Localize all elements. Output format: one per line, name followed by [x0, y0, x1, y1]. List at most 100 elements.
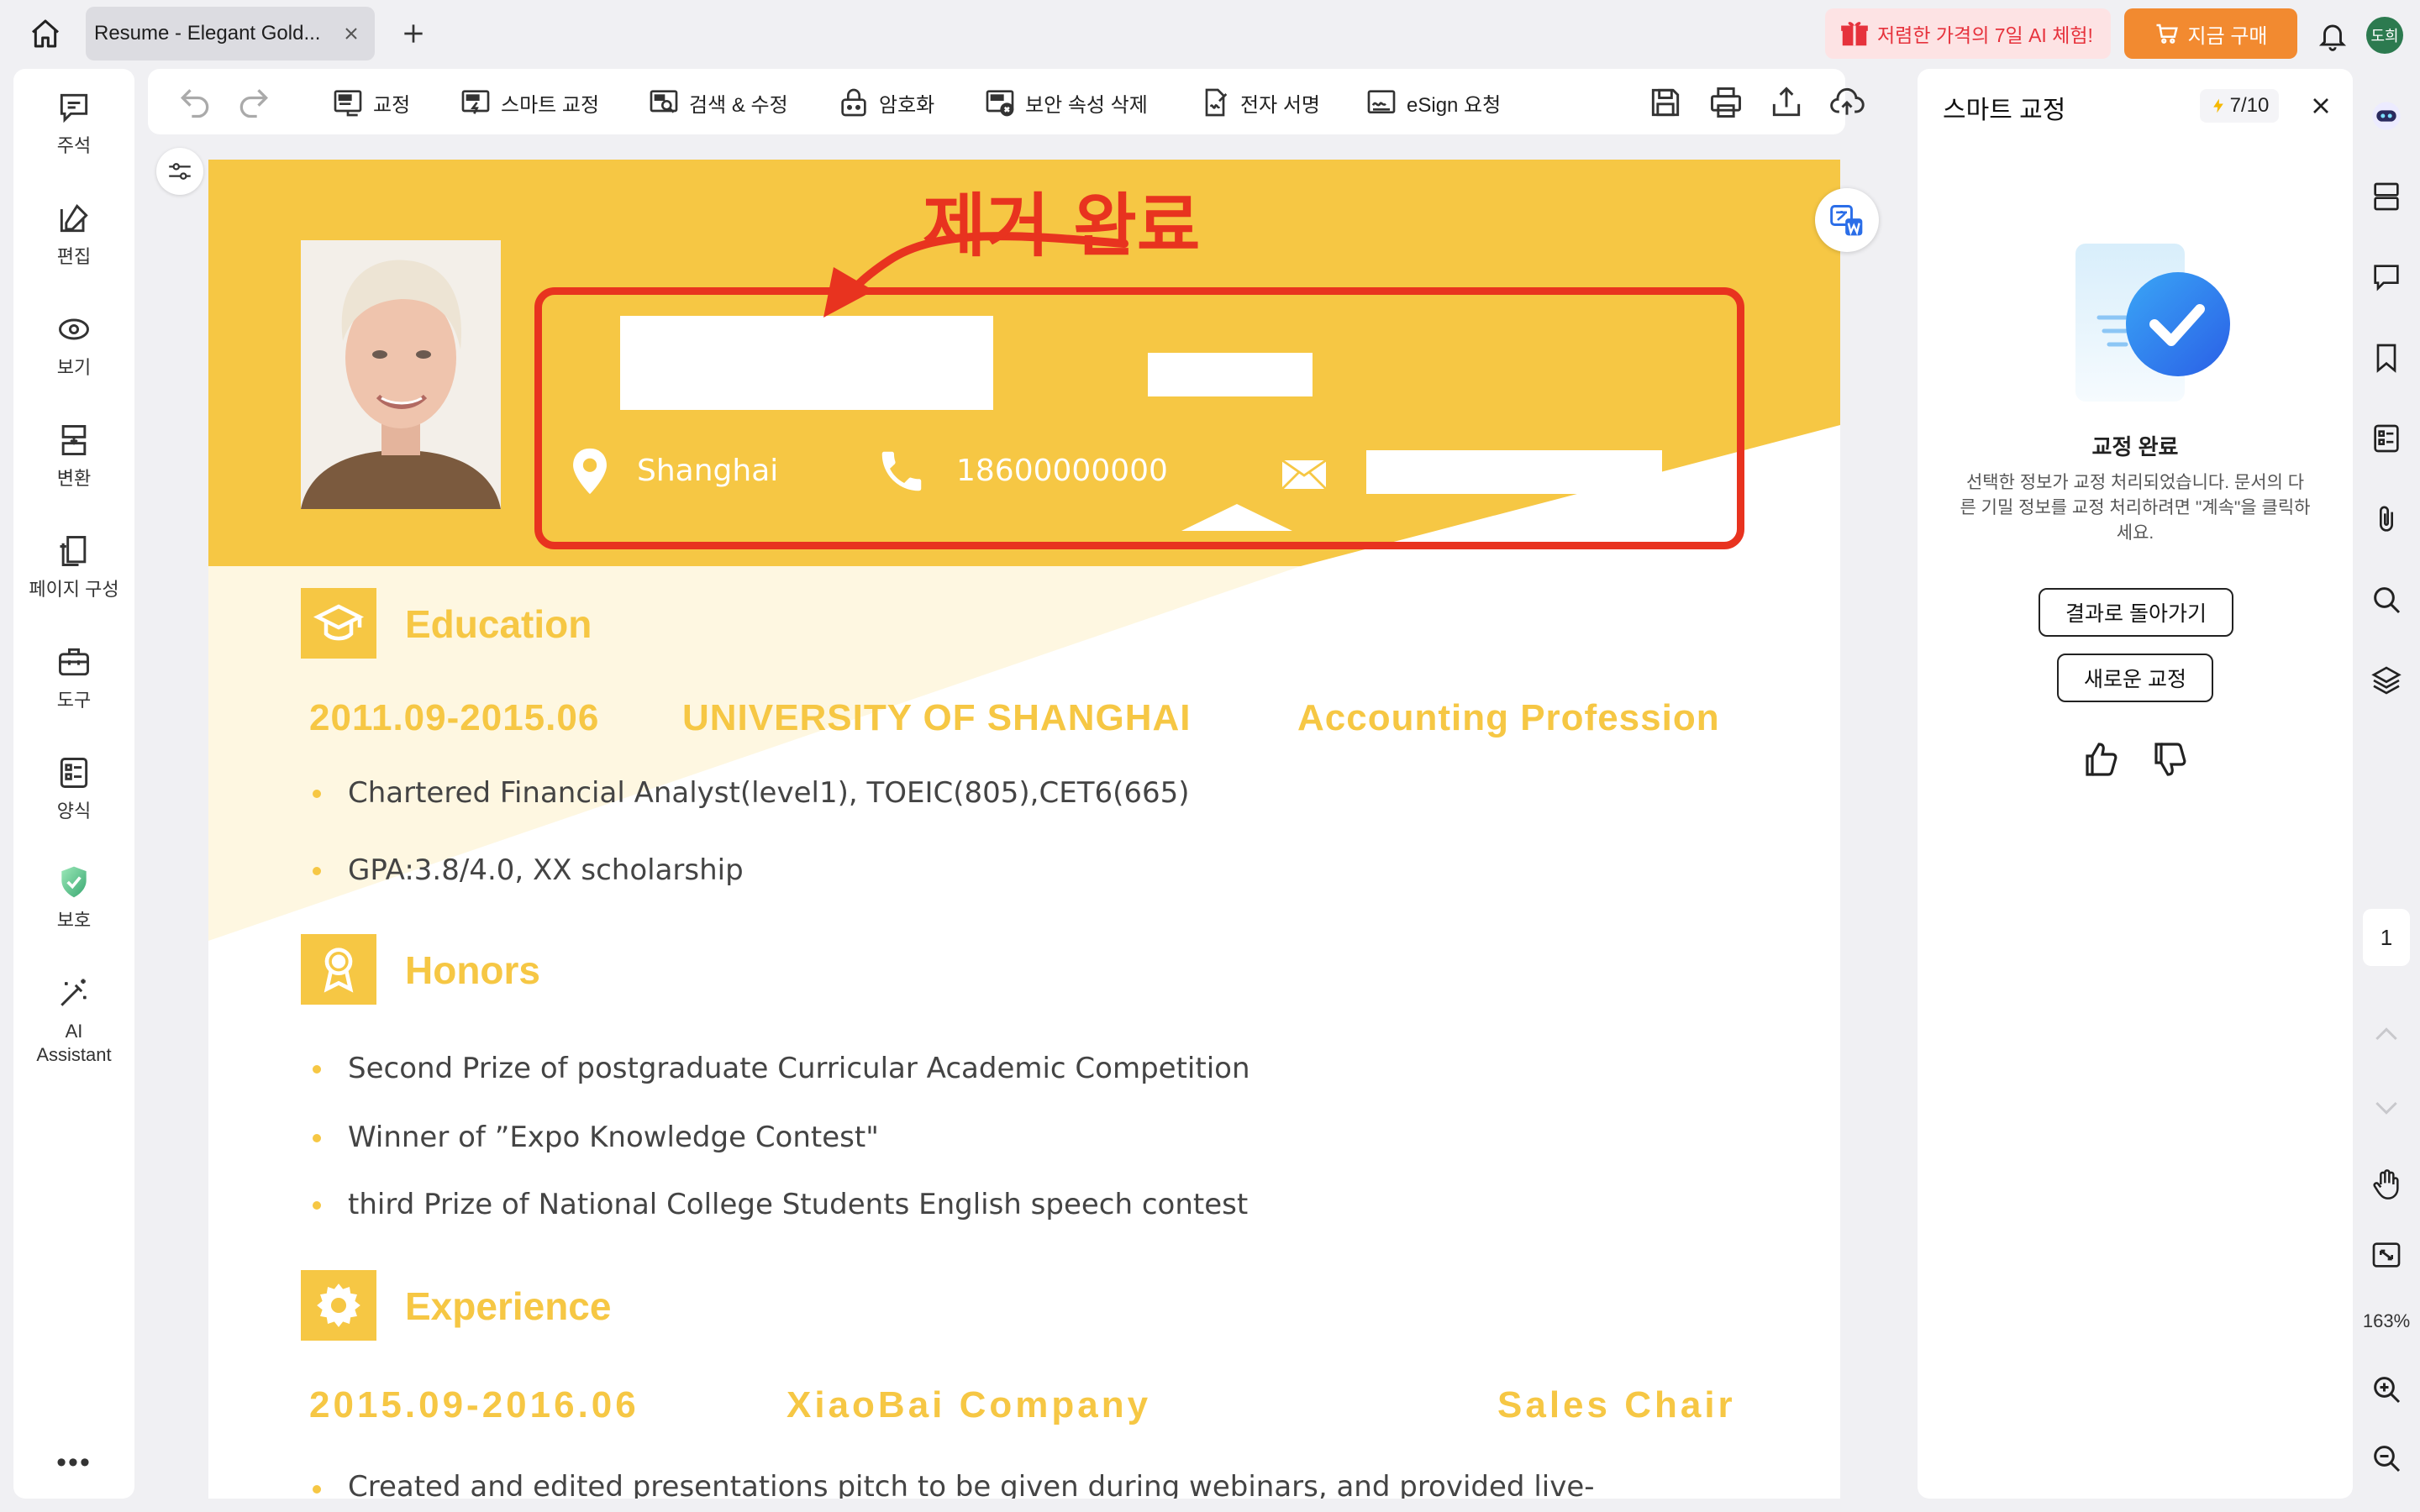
sidebar-item-tools[interactable]: 도구 [13, 643, 134, 712]
bullet-dot [313, 1201, 321, 1210]
zoom-level[interactable]: 163% [2360, 1310, 2413, 1332]
encrypt-button[interactable]: 암호화 [837, 84, 934, 121]
more-menu-button[interactable]: ••• [13, 1446, 134, 1479]
experience-role: Sales Chair [1497, 1384, 1736, 1425]
print-icon[interactable] [1707, 84, 1744, 121]
document-viewport[interactable]: Shanghai 18600000000 제거 완료 Education 201… [148, 138, 1911, 1499]
panel-title: 스마트 교정 [1943, 97, 2066, 124]
save-icon[interactable] [1647, 84, 1684, 121]
redact-button[interactable]: 교정 [331, 84, 410, 121]
promo-banner[interactable]: 저렴한 가격의 7일 AI 체험! [1825, 8, 2111, 59]
sidebar-item-form[interactable]: 양식 [13, 754, 134, 823]
redacted-email-area [1366, 450, 1662, 494]
top-bar: Resume - Elegant Gold... 저렴한 가격의 7일 AI 체… [0, 0, 2420, 66]
esign-request-button[interactable]: eSign 요청 [1365, 84, 1501, 121]
graduation-cap-icon [313, 604, 365, 641]
gift-icon [1841, 22, 1868, 46]
sidebar-item-edit[interactable]: 편집 [13, 200, 134, 269]
notifications-button[interactable] [2314, 17, 2351, 54]
chevron-down-icon[interactable] [2370, 1090, 2403, 1124]
layers-icon[interactable] [2370, 664, 2403, 697]
lightning-icon [2212, 98, 2223, 113]
smart-redact-icon [461, 90, 490, 114]
new-tab-button[interactable] [395, 15, 432, 52]
gear-icon [317, 1284, 360, 1327]
sidebar-label: 편집 [56, 246, 92, 267]
education-school: UNIVERSITY OF SHANGHAI [682, 697, 1192, 738]
back-to-results-button[interactable]: 결과로 돌아가기 [2039, 588, 2233, 637]
translate-button[interactable] [1815, 188, 1879, 252]
page-organize-icon [60, 536, 87, 566]
experience-title: Experience [405, 1284, 612, 1328]
search-redact-button[interactable]: 검색 & 수정 [647, 84, 788, 121]
right-icon-rail: 1 163% [2360, 69, 2413, 1499]
sidebar-label: 변환 [56, 468, 92, 489]
remove-hidden-icon [986, 90, 1014, 117]
home-button[interactable] [25, 15, 66, 52]
eye-icon [59, 318, 89, 340]
thumbs-up-icon[interactable] [2081, 739, 2121, 780]
translate-icon [1830, 205, 1863, 236]
thumbs-down-icon[interactable] [2149, 739, 2190, 780]
redo-icon[interactable] [235, 84, 272, 121]
zoom-in-icon[interactable] [2370, 1373, 2403, 1406]
close-tab-icon[interactable] [341, 24, 361, 44]
sidebar-item-view[interactable]: 보기 [13, 311, 134, 380]
zoom-out-icon[interactable] [2370, 1441, 2403, 1475]
sidebar-item-page-organize[interactable]: 페이지 구성 [13, 533, 134, 601]
ai-wand-icon [60, 979, 87, 1006]
buy-now-button[interactable]: 지금 구매 [2124, 8, 2297, 59]
remove-hidden-info-button[interactable]: 보안 속성 삭제 [983, 84, 1148, 121]
document-tab[interactable]: Resume - Elegant Gold... [86, 7, 375, 60]
esign-request-icon [1367, 90, 1396, 113]
bullet-dot [313, 1134, 321, 1142]
honors-item: Winner of ”Expo Knowledge Contest" [348, 1121, 879, 1154]
search-redact-icon [650, 90, 678, 113]
email-icon [1282, 460, 1326, 489]
form-icon [60, 758, 88, 788]
sidebar-item-ai-assistant[interactable]: AI Assistant [13, 974, 134, 1067]
chevron-up-icon[interactable] [2370, 1018, 2403, 1052]
esign-request-label: eSign 요청 [1407, 93, 1502, 117]
convert-icon [61, 425, 87, 455]
education-item: Chartered Financial Analyst(level1), TOE… [348, 776, 1190, 810]
user-avatar[interactable]: 도희 [2366, 17, 2403, 54]
form-fields-icon[interactable] [2370, 422, 2403, 455]
completion-description: 선택한 정보가 교정 처리되었습니다. 문서의 다른 기밀 정보를 교정 처리하… [1960, 473, 2311, 543]
search-icon[interactable] [2370, 583, 2403, 617]
page-thumbnails-icon[interactable] [2370, 180, 2403, 213]
share-icon[interactable] [1768, 84, 1805, 121]
bullet-dot [313, 1485, 321, 1494]
encrypt-label: 암호화 [879, 93, 935, 117]
cloud-upload-icon[interactable] [1828, 84, 1865, 121]
sidebar-item-convert[interactable]: 변환 [13, 422, 134, 491]
education-period: 2011.09-2015.06 [309, 697, 600, 738]
comment-icon [60, 93, 88, 123]
experience-company: XiaoBai Company [786, 1384, 1152, 1425]
view-settings-button[interactable] [156, 148, 203, 195]
new-redact-button[interactable]: 새로운 교정 [2057, 654, 2213, 702]
ai-bot-icon[interactable] [2370, 99, 2403, 133]
experience-period: 2015.09-2016.06 [309, 1384, 639, 1425]
smart-redact-button[interactable]: 스마트 교정 [459, 84, 599, 121]
undo-icon[interactable] [176, 84, 213, 121]
hand-tool-icon[interactable] [2370, 1168, 2403, 1201]
redact-label: 교정 [373, 93, 411, 117]
smart-redact-label: 스마트 교정 [501, 93, 600, 117]
comments-icon[interactable] [2370, 260, 2403, 294]
sidebar-label: 양식 [56, 801, 92, 822]
sidebar-item-comment[interactable]: 주석 [13, 89, 134, 158]
fit-page-icon[interactable] [2370, 1238, 2403, 1272]
page-number-box[interactable]: 1 [2363, 909, 2410, 966]
sidebar-item-protect[interactable]: 보호 [13, 864, 134, 932]
credits-badge[interactable]: 7/10 [2200, 89, 2279, 123]
bookmark-icon[interactable] [2370, 341, 2403, 375]
promo-text: 저렴한 가격의 7일 AI 체험! [1877, 24, 2093, 46]
bullet-dot [313, 1065, 321, 1074]
esign-button[interactable]: 전자 서명 [1198, 84, 1320, 121]
redact-complete-illustration [2075, 244, 2230, 402]
credits-text: 7/10 [2229, 94, 2270, 117]
attachment-icon[interactable] [2370, 502, 2403, 536]
close-panel-icon[interactable] [2307, 92, 2334, 119]
sidebar-label: 페이지 구성 [29, 579, 119, 600]
